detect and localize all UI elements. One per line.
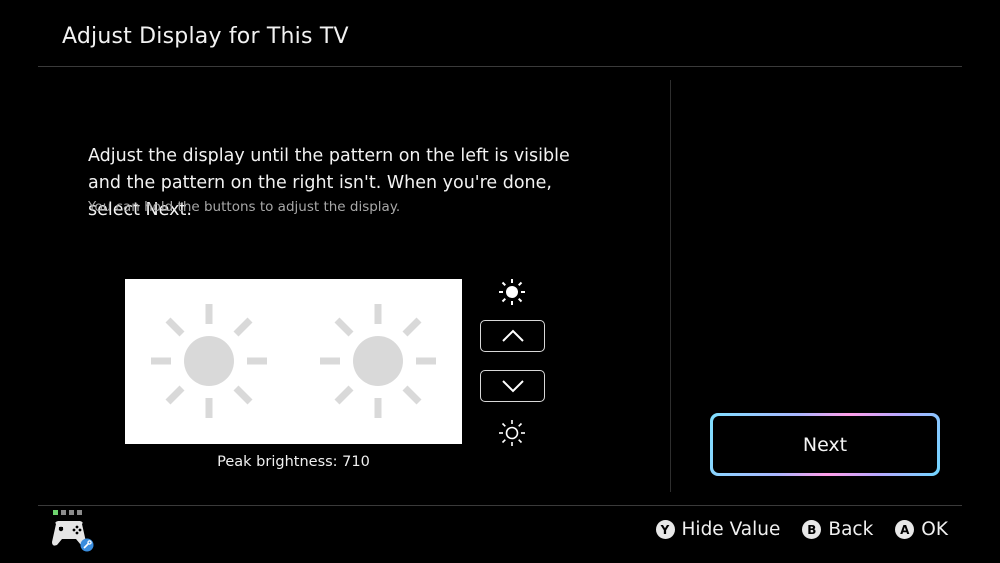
back-label: Back <box>828 519 874 540</box>
next-button[interactable]: Next <box>710 413 940 476</box>
right-pattern-sun-icon <box>320 304 436 418</box>
player-indicator-2 <box>61 510 66 515</box>
controller-icon <box>52 510 94 552</box>
ok-label: OK <box>921 519 948 540</box>
brightness-up-button[interactable] <box>480 320 545 352</box>
player-indicator-1 <box>53 510 58 515</box>
player-indicator-3 <box>69 510 74 515</box>
hide-value-label: Hide Value <box>681 519 781 540</box>
next-button-label: Next <box>713 416 937 473</box>
header-divider <box>38 66 962 67</box>
footer-divider <box>38 505 962 506</box>
calibration-pattern <box>125 279 462 444</box>
a-button-icon: A <box>895 520 915 539</box>
ok-action[interactable]: A OK <box>895 519 948 540</box>
panel-divider <box>670 80 671 492</box>
b-button-icon: B <box>802 520 822 539</box>
back-action[interactable]: B Back <box>802 519 873 540</box>
player-indicator-4 <box>77 510 82 515</box>
sun-dim-icon <box>499 420 525 446</box>
hint-text: You can hold the buttons to adjust the d… <box>88 199 401 215</box>
peak-brightness-value: Peak brightness: 710 <box>217 454 370 470</box>
footer-actions: Y Hide Value B Back A OK <box>634 519 948 540</box>
hide-value-action[interactable]: Y Hide Value <box>655 519 781 540</box>
chevron-up-icon <box>501 329 524 342</box>
left-pattern-sun-icon <box>151 304 267 418</box>
y-button-icon: Y <box>655 520 675 539</box>
chevron-down-icon <box>501 380 524 393</box>
brightness-down-button[interactable] <box>480 370 545 402</box>
page-title: Adjust Display for This TV <box>62 24 349 49</box>
sun-bright-icon <box>499 279 525 305</box>
